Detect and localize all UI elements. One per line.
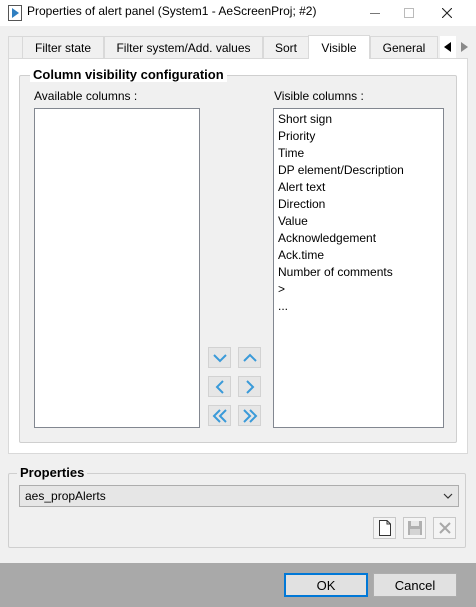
properties-select-value: aes_propAlerts	[25, 489, 106, 503]
tab-visible[interactable]: Visible	[308, 35, 370, 59]
double-chevron-left-icon	[212, 408, 227, 423]
group-title: Column visibility configuration	[30, 67, 227, 82]
tab-filter-state[interactable]: Filter state	[22, 36, 104, 58]
save-properties-button[interactable]	[403, 517, 426, 539]
minimize-icon	[370, 13, 380, 14]
app-icon	[8, 5, 22, 21]
chevron-up-icon	[242, 353, 257, 362]
dialog-footer: OK Cancel	[0, 563, 476, 607]
move-all-left-button[interactable]	[208, 405, 231, 426]
delete-properties-button[interactable]	[433, 517, 456, 539]
title-bar: Properties of alert panel (System1 - AeS…	[0, 0, 476, 26]
list-item[interactable]: DP element/Description	[274, 162, 443, 179]
tab-scroll-right-button[interactable]	[456, 36, 472, 58]
delete-icon	[438, 522, 451, 534]
list-item[interactable]: Priority	[274, 128, 443, 145]
properties-title: Properties	[17, 465, 88, 480]
move-left-button[interactable]	[208, 376, 231, 397]
tab-scroll-left-button[interactable]	[440, 36, 456, 58]
new-properties-button[interactable]	[373, 517, 396, 539]
triangle-right-icon	[461, 42, 468, 52]
list-item[interactable]: Alert text	[274, 179, 443, 196]
list-item[interactable]: Value	[274, 213, 443, 230]
column-visibility-group: Column visibility configuration Availabl…	[19, 67, 457, 443]
move-right-button[interactable]	[238, 376, 261, 397]
list-item[interactable]: Acknowledgement	[274, 230, 443, 247]
list-item[interactable]: ...	[274, 298, 443, 315]
list-item[interactable]: Number of comments	[274, 264, 443, 281]
move-down-button[interactable]	[208, 347, 231, 368]
tab-label: General	[382, 40, 426, 55]
properties-group: Properties aes_propAlerts	[8, 465, 466, 548]
triangle-left-icon	[444, 42, 451, 52]
list-item[interactable]: Ack.time	[274, 247, 443, 264]
cancel-button[interactable]: Cancel	[373, 573, 457, 597]
new-document-icon	[378, 520, 391, 536]
maximize-icon	[404, 8, 414, 18]
available-columns-label: Available columns :	[34, 89, 138, 103]
tab-clipped	[8, 36, 22, 58]
available-columns-list[interactable]	[34, 108, 200, 428]
ok-button[interactable]: OK	[284, 573, 368, 597]
chevron-left-icon	[215, 379, 224, 394]
tab-filter-system[interactable]: Filter system/Add. values	[104, 36, 263, 58]
tab-label: Filter state	[34, 40, 91, 55]
double-chevron-right-icon	[242, 408, 257, 423]
save-icon	[407, 521, 422, 535]
list-item[interactable]: Direction	[274, 196, 443, 213]
maximize-button[interactable]	[392, 0, 426, 26]
list-item[interactable]: >	[274, 281, 443, 298]
tab-sort[interactable]: Sort	[263, 36, 309, 58]
close-button[interactable]	[430, 0, 464, 26]
tab-general[interactable]: General	[370, 36, 438, 58]
tab-strip: Filter state Filter system/Add. values S…	[0, 35, 476, 59]
close-icon	[442, 8, 452, 18]
chevron-down-icon	[443, 493, 453, 499]
tab-panel-visible: Column visibility configuration Availabl…	[8, 58, 468, 454]
tab-label: Sort	[274, 40, 297, 55]
list-item[interactable]: Time	[274, 145, 443, 162]
visible-columns-list[interactable]: Short sign Priority Time DP element/Desc…	[273, 108, 444, 428]
visible-columns-label: Visible columns :	[274, 89, 364, 103]
move-all-right-button[interactable]	[238, 405, 261, 426]
list-item[interactable]: Short sign	[274, 111, 443, 128]
tab-label: Filter system/Add. values	[116, 40, 251, 55]
chevron-down-icon	[212, 353, 227, 362]
properties-select[interactable]: aes_propAlerts	[19, 485, 459, 507]
chevron-right-icon	[245, 379, 254, 394]
window-title: Properties of alert panel (System1 - AeS…	[27, 4, 317, 18]
minimize-button[interactable]	[358, 0, 392, 26]
move-up-button[interactable]	[238, 347, 261, 368]
tab-label: Visible	[321, 40, 357, 55]
